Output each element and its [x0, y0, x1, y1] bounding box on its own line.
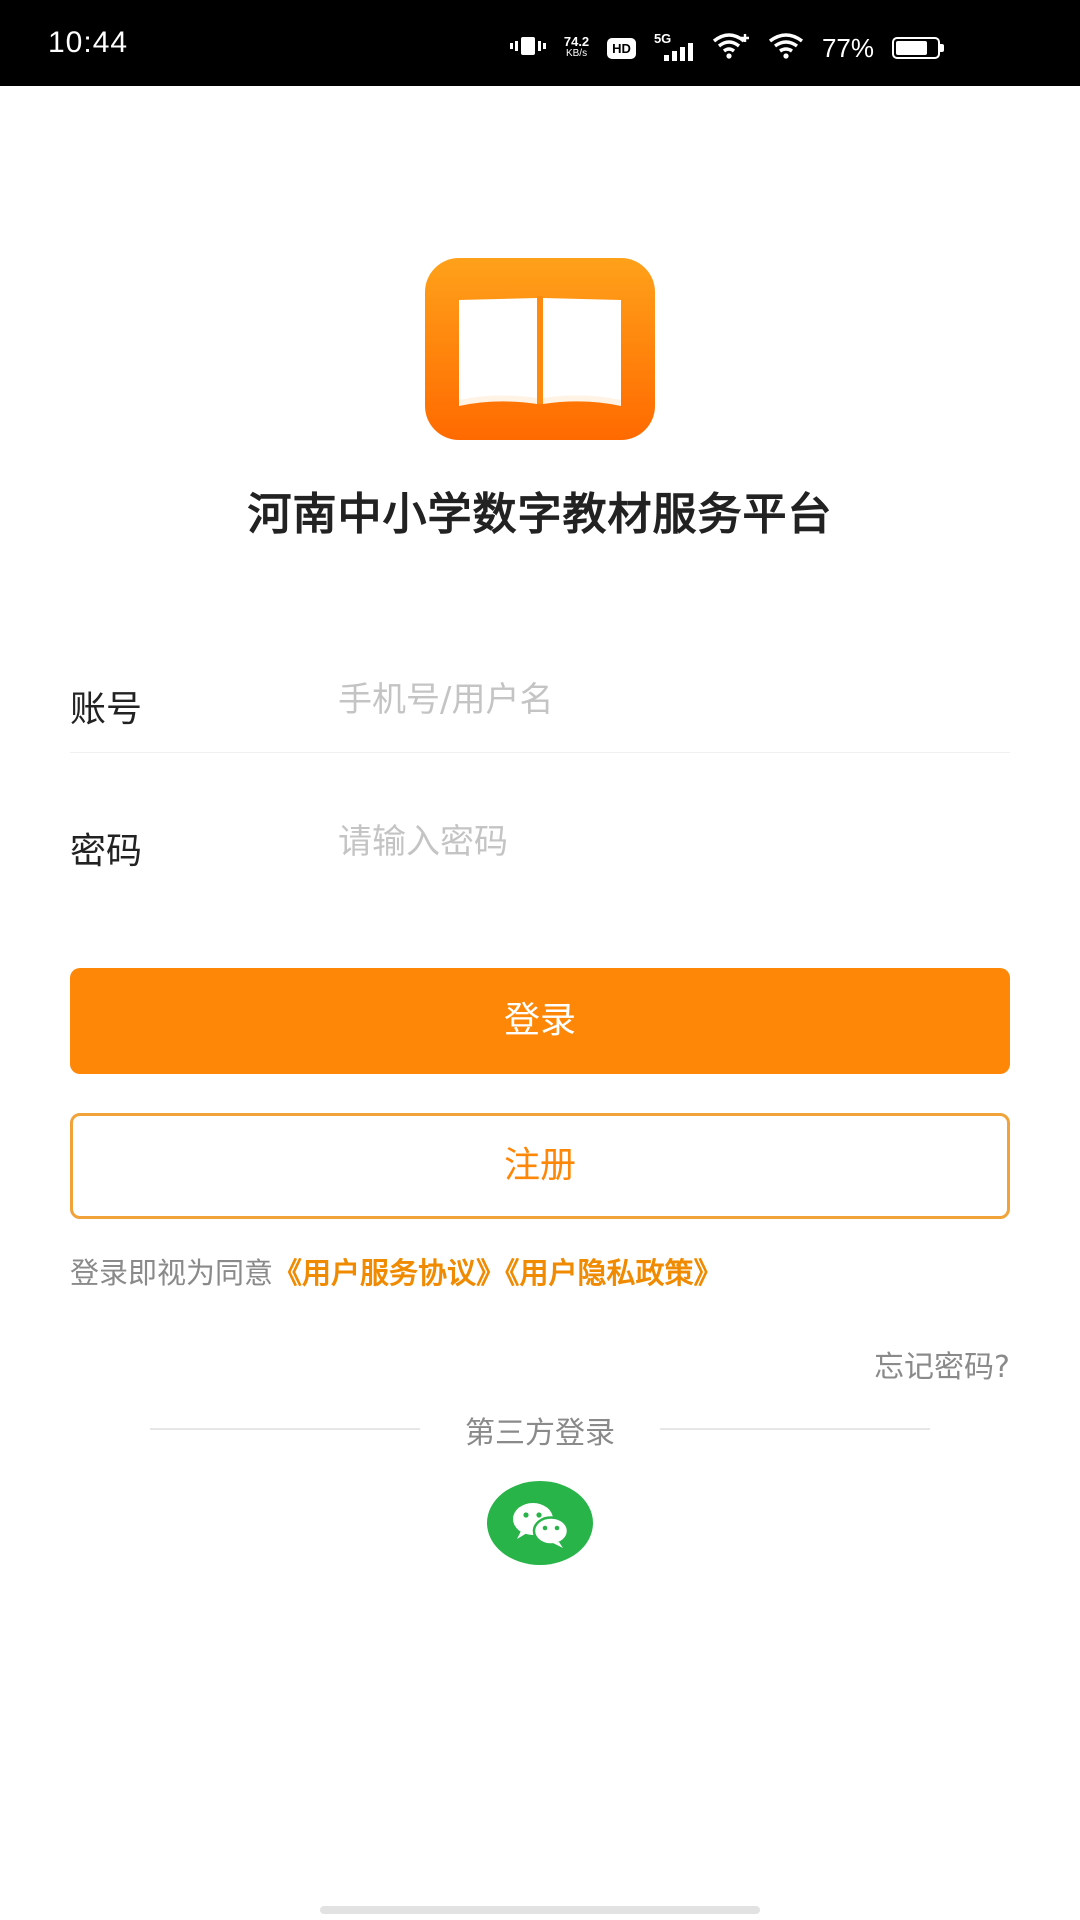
- network-speed-unit: KB/s: [565, 48, 588, 59]
- third-party-login-label: 第三方登录: [465, 1416, 615, 1451]
- app-title: 河南中小学数字教材服务平台: [247, 489, 833, 540]
- status-icons: 74.2 KB/s HD 5G 77%: [509, 28, 944, 68]
- login-button[interactable]: 登录: [70, 968, 1010, 1074]
- password-row: 密码: [70, 794, 1010, 894]
- privacy-policy-link[interactable]: 《用户隐私政策》: [505, 1256, 723, 1290]
- open-book-icon: [459, 296, 621, 406]
- third-party-login-divider: 第三方登录: [150, 1408, 930, 1451]
- hd-badge: HD: [607, 37, 636, 59]
- status-bar: 10:44 74.2 KB/s HD 5G 77%: [0, 0, 1080, 86]
- account-input[interactable]: [338, 670, 998, 730]
- account-row: 账号: [70, 652, 1010, 753]
- wifi-plus-icon: [712, 32, 750, 64]
- divider-line-right: [660, 1428, 930, 1430]
- wechat-icon: [513, 1503, 570, 1548]
- user-agreement-link[interactable]: 《用户服务协议》: [273, 1256, 505, 1290]
- battery-percent: 77%: [821, 32, 874, 63]
- account-label: 账号: [70, 689, 143, 730]
- register-button[interactable]: 注册: [70, 1113, 1010, 1219]
- agreement-prefix: 登录即视为同意: [70, 1256, 274, 1290]
- wechat-login-button[interactable]: [487, 1481, 593, 1565]
- agreement-notice: 登录即视为同意《用户服务协议》《用户隐私政策》: [70, 1250, 723, 1292]
- vibrate-icon: [509, 34, 546, 62]
- forgot-password-link[interactable]: 忘记密码?: [874, 1342, 1010, 1386]
- status-time: 10:44: [48, 26, 129, 59]
- login-screen: 10:44 74.2 KB/s HD 5G 77% 河南中小学数字教材服务平台 …: [0, 0, 1080, 1920]
- password-input[interactable]: [338, 812, 998, 872]
- home-indicator[interactable]: [320, 1906, 760, 1914]
- battery-icon: [892, 37, 944, 59]
- wifi-icon: [768, 32, 804, 64]
- password-label: 密码: [70, 831, 143, 872]
- cellular-signal-icon: 5G: [654, 31, 694, 63]
- network-speed-value: 74.2: [563, 34, 590, 49]
- network-speed: 74.2 KB/s: [563, 34, 590, 60]
- app-logo: [425, 258, 655, 440]
